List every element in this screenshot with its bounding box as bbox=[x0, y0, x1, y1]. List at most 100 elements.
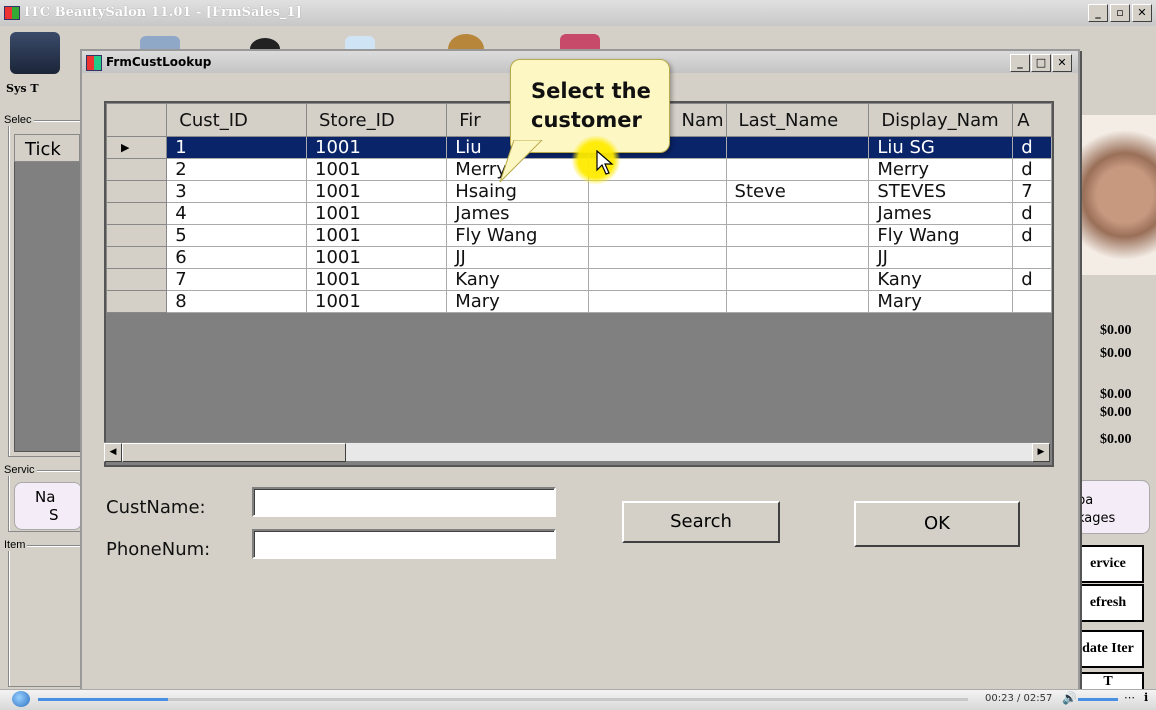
table-cell[interactable]: Steve bbox=[725, 180, 870, 203]
scroll-right-icon[interactable]: ▶ bbox=[1032, 443, 1050, 462]
table-cell[interactable]: Mary bbox=[868, 290, 1014, 313]
table-cell[interactable] bbox=[1012, 246, 1052, 269]
table-cell[interactable]: James bbox=[446, 202, 589, 225]
table-cell[interactable]: JJ bbox=[446, 246, 589, 269]
nail-service-button[interactable]: Na S bbox=[14, 482, 82, 530]
table-cell[interactable]: 3 bbox=[166, 180, 307, 203]
settings-icon[interactable]: ⋯ bbox=[1124, 691, 1135, 704]
table-row[interactable]: 6 1001 JJ JJ bbox=[106, 246, 1052, 269]
spa-image bbox=[1078, 115, 1156, 275]
column-header[interactable]: A bbox=[1012, 103, 1052, 137]
spa-packages-button[interactable]: pa kages bbox=[1076, 480, 1150, 534]
column-header[interactable]: Store_ID bbox=[305, 103, 448, 137]
table-cell[interactable]: d bbox=[1012, 158, 1052, 181]
volume-slider[interactable] bbox=[1078, 698, 1118, 701]
dialog-minimize-button[interactable]: _ bbox=[1010, 54, 1030, 72]
table-row[interactable]: 5 1001 Fly Wang Fly Wang d bbox=[106, 224, 1052, 247]
row-header[interactable] bbox=[106, 224, 168, 247]
table-cell[interactable] bbox=[725, 290, 870, 313]
update-item-button[interactable]: date Iter bbox=[1072, 630, 1144, 668]
table-cell[interactable] bbox=[587, 180, 727, 203]
table-cell[interactable] bbox=[587, 246, 727, 269]
ok-button[interactable]: OK bbox=[854, 501, 1020, 547]
table-cell[interactable]: Kany bbox=[868, 268, 1014, 291]
table-cell[interactable]: d bbox=[1012, 202, 1052, 225]
table-cell[interactable]: 7 bbox=[166, 268, 307, 291]
row-header[interactable] bbox=[106, 202, 168, 225]
close-button[interactable]: ✕ bbox=[1132, 4, 1152, 22]
custname-input[interactable] bbox=[252, 487, 556, 517]
table-cell[interactable]: d bbox=[1012, 136, 1052, 159]
table-cell[interactable]: d bbox=[1012, 268, 1052, 291]
column-header[interactable]: Display_Nam bbox=[868, 103, 1014, 137]
table-cell[interactable] bbox=[725, 202, 870, 225]
seek-bar[interactable] bbox=[38, 698, 968, 701]
info-icon[interactable]: i bbox=[1144, 691, 1148, 704]
table-cell[interactable]: 2 bbox=[166, 158, 307, 181]
table-cell[interactable]: 1001 bbox=[305, 136, 448, 159]
table-cell[interactable]: 1001 bbox=[305, 246, 448, 269]
table-cell[interactable]: JJ bbox=[868, 246, 1014, 269]
table-cell[interactable]: Fly Wang bbox=[446, 224, 589, 247]
row-header[interactable] bbox=[106, 180, 168, 203]
table-cell[interactable]: 1001 bbox=[305, 158, 448, 181]
table-cell[interactable]: James bbox=[868, 202, 1014, 225]
table-cell[interactable]: d bbox=[1012, 224, 1052, 247]
callout-line-1: Select the bbox=[531, 79, 651, 103]
dialog-maximize-button[interactable]: □ bbox=[1031, 54, 1051, 72]
table-cell[interactable]: 5 bbox=[166, 224, 307, 247]
table-cell[interactable] bbox=[587, 224, 727, 247]
dialog-close-button[interactable]: ✕ bbox=[1052, 54, 1072, 72]
table-cell[interactable]: 7 bbox=[1012, 180, 1052, 203]
table-cell[interactable]: 1001 bbox=[305, 202, 448, 225]
play-icon[interactable] bbox=[12, 691, 30, 707]
table-cell[interactable]: 1001 bbox=[305, 180, 448, 203]
refresh-button[interactable]: efresh bbox=[1072, 584, 1144, 622]
ticket-list[interactable] bbox=[14, 134, 84, 452]
table-cell[interactable] bbox=[725, 158, 870, 181]
table-cell[interactable] bbox=[725, 224, 870, 247]
table-cell[interactable] bbox=[587, 290, 727, 313]
minimize-button[interactable]: _ bbox=[1088, 4, 1108, 22]
sys-tools-icon[interactable] bbox=[10, 32, 60, 74]
maximize-button[interactable]: ▫ bbox=[1110, 4, 1130, 22]
table-cell[interactable]: 1001 bbox=[305, 224, 448, 247]
nail-service-label-2: S bbox=[49, 506, 59, 524]
table-cell[interactable]: Mary bbox=[446, 290, 589, 313]
table-cell[interactable]: 8 bbox=[166, 290, 307, 313]
table-cell[interactable]: Fly Wang bbox=[868, 224, 1014, 247]
service-button[interactable]: ervice bbox=[1072, 545, 1144, 583]
table-row[interactable]: 7 1001 Kany Kany d bbox=[106, 268, 1052, 291]
table-cell[interactable] bbox=[725, 268, 870, 291]
table-cell[interactable] bbox=[587, 268, 727, 291]
table-cell[interactable]: Kany bbox=[446, 268, 589, 291]
scroll-left-icon[interactable]: ◀ bbox=[104, 443, 122, 462]
volume-icon[interactable]: 🔊 bbox=[1062, 691, 1077, 705]
table-cell[interactable]: 1001 bbox=[305, 268, 448, 291]
scroll-thumb[interactable] bbox=[122, 443, 346, 462]
table-cell[interactable]: Merry bbox=[868, 158, 1014, 181]
table-row[interactable]: 4 1001 James James d bbox=[106, 202, 1052, 225]
table-cell[interactable] bbox=[587, 202, 727, 225]
table-cell[interactable] bbox=[725, 246, 870, 269]
column-header[interactable]: Last_Name bbox=[725, 103, 870, 137]
table-cell[interactable]: 6 bbox=[166, 246, 307, 269]
table-row[interactable]: 3 1001 Hsaing Steve STEVES 7 bbox=[106, 180, 1052, 203]
row-header[interactable] bbox=[106, 158, 168, 181]
table-cell[interactable]: 1001 bbox=[305, 290, 448, 313]
table-cell[interactable]: 1 bbox=[166, 136, 307, 159]
column-header[interactable]: Cust_ID bbox=[166, 103, 307, 137]
row-header[interactable] bbox=[106, 290, 168, 313]
table-cell[interactable]: 4 bbox=[166, 202, 307, 225]
horizontal-scrollbar[interactable]: ◀ ▶ bbox=[104, 442, 1050, 462]
table-cell[interactable] bbox=[1012, 290, 1052, 313]
table-cell[interactable]: STEVES bbox=[868, 180, 1014, 203]
search-button[interactable]: Search bbox=[622, 501, 780, 543]
row-header[interactable] bbox=[106, 268, 168, 291]
phonenum-input[interactable] bbox=[252, 529, 556, 559]
table-cell[interactable]: Liu SG bbox=[868, 136, 1014, 159]
table-row[interactable]: 8 1001 Mary Mary bbox=[106, 290, 1052, 313]
item-group-label: Item bbox=[2, 539, 28, 551]
row-header[interactable] bbox=[106, 246, 168, 269]
table-cell[interactable] bbox=[725, 136, 870, 159]
